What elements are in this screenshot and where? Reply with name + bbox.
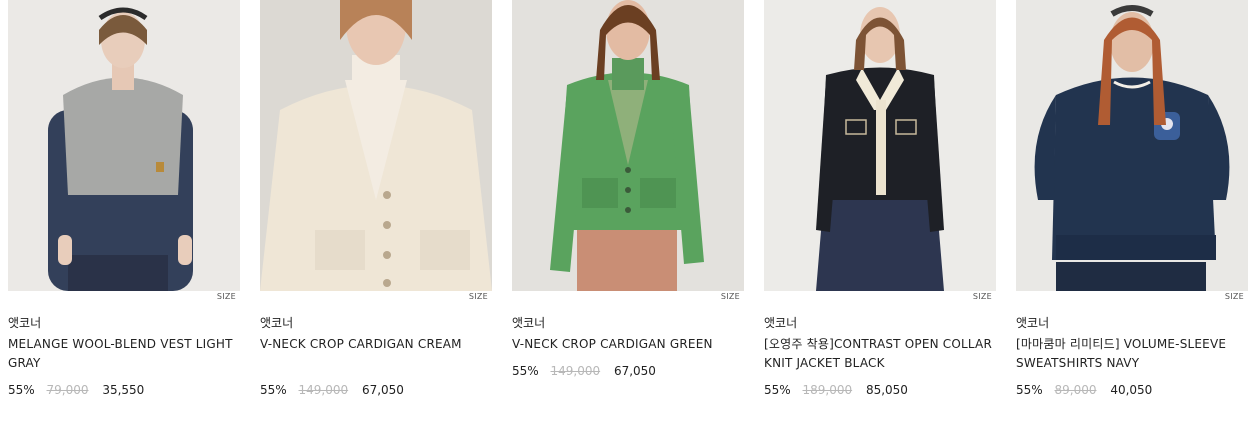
product-grid: SIZE 앳코너 MELANGE WOOL-BLEND VEST LIGHT G… — [0, 0, 1260, 423]
product-card[interactable]: SIZE 앳코너 MELANGE WOOL-BLEND VEST LIGHT G… — [8, 0, 240, 423]
discount-rate: 55% — [764, 383, 791, 397]
product-card[interactable]: SIZE 앳코너 V-NECK CROP CARDIGAN GREEN 55% … — [512, 0, 744, 423]
product-name[interactable]: MELANGE WOOL-BLEND VEST LIGHT GRAY — [8, 335, 236, 373]
sale-price: 40,050 — [1110, 383, 1153, 397]
original-price: 149,000 — [550, 364, 601, 378]
sale-price: 85,050 — [865, 383, 908, 397]
product-name[interactable]: V-NECK CROP CARDIGAN CREAM — [260, 335, 488, 354]
product-name[interactable]: V-NECK CROP CARDIGAN GREEN — [512, 335, 740, 354]
price-row: 55% 149,000 67,050 — [260, 383, 404, 397]
brand-name[interactable]: 앳코너 — [1016, 314, 1049, 331]
product-image[interactable] — [764, 0, 996, 291]
discount-rate: 55% — [512, 364, 539, 378]
price-row: 55% 149,000 67,050 — [512, 364, 656, 378]
size-label[interactable]: SIZE — [469, 292, 488, 301]
product-image[interactable] — [512, 0, 744, 291]
sale-price: 35,550 — [102, 383, 145, 397]
discount-rate: 55% — [1016, 383, 1043, 397]
brand-name[interactable]: 앳코너 — [8, 314, 41, 331]
price-row: 55% 79,000 35,550 — [8, 383, 144, 397]
original-price: 189,000 — [802, 383, 853, 397]
size-label[interactable]: SIZE — [1225, 292, 1244, 301]
brand-name[interactable]: 앳코너 — [260, 314, 293, 331]
original-price: 89,000 — [1054, 383, 1097, 397]
price-row: 55% 189,000 85,050 — [764, 383, 908, 397]
product-name[interactable]: [마마쿰마 리미티드] VOLUME-SLEEVE SWEATSHIRTS NA… — [1016, 335, 1244, 373]
original-price: 149,000 — [298, 383, 349, 397]
product-image[interactable] — [1016, 0, 1248, 291]
product-card[interactable]: SIZE 앳코너 [마마쿰마 리미티드] VOLUME-SLEEVE SWEAT… — [1016, 0, 1248, 423]
product-card[interactable]: SIZE 앳코너 [오영주 착용]CONTRAST OPEN COLLAR KN… — [764, 0, 996, 423]
discount-rate: 55% — [8, 383, 35, 397]
sale-price: 67,050 — [361, 383, 404, 397]
brand-name[interactable]: 앳코너 — [764, 314, 797, 331]
brand-name[interactable]: 앳코너 — [512, 314, 545, 331]
product-image[interactable] — [260, 0, 492, 291]
product-image[interactable] — [8, 0, 240, 291]
size-label[interactable]: SIZE — [973, 292, 992, 301]
discount-rate: 55% — [260, 383, 287, 397]
price-row: 55% 89,000 40,050 — [1016, 383, 1152, 397]
size-label[interactable]: SIZE — [217, 292, 236, 301]
product-name[interactable]: [오영주 착용]CONTRAST OPEN COLLAR KNIT JACKET… — [764, 335, 992, 373]
sale-price: 67,050 — [613, 364, 656, 378]
size-label[interactable]: SIZE — [721, 292, 740, 301]
product-card[interactable]: SIZE 앳코너 V-NECK CROP CARDIGAN CREAM 55% … — [260, 0, 492, 423]
original-price: 79,000 — [46, 383, 89, 397]
